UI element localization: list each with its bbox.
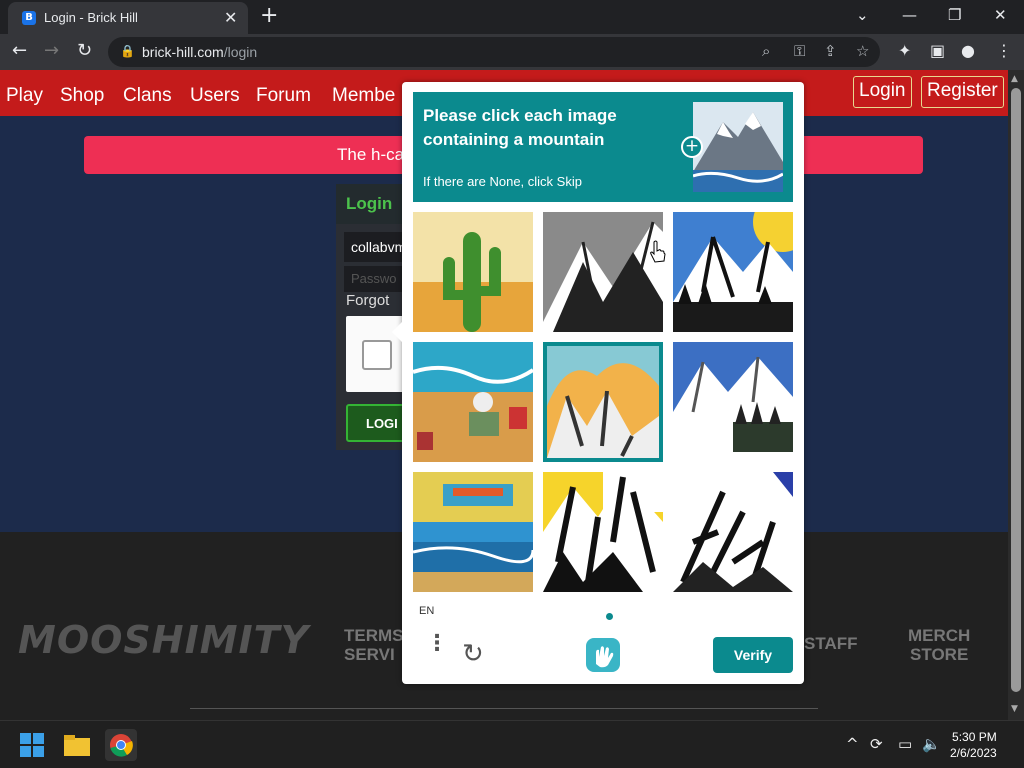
url-text: brick-hill.com/login [142,44,257,60]
challenge-header: Please click each image containing a mou… [413,92,793,202]
back-icon[interactable]: ← [12,40,27,61]
tray-overflow-icon[interactable]: ^ [846,735,859,753]
challenge-menu-icon[interactable]: ⋮ [426,633,448,655]
lock-icon[interactable]: 🔒 [120,44,135,58]
challenge-subtext: If there are None, click Skip [423,174,582,189]
tab-close-icon[interactable]: ✕ [224,8,237,27]
extensions-icon[interactable]: ✦ [898,41,911,60]
hcaptcha-checkbox[interactable] [362,340,392,370]
challenge-pointer [392,322,402,342]
address-bar[interactable]: 🔒 brick-hill.com/login ⌕ ⚿ ⇪ ☆ [108,37,880,67]
footer-terms-link[interactable]: TERMS SERVI [344,626,404,664]
tab-search-icon[interactable]: ⌄ [856,6,869,24]
nav-play[interactable]: Play [6,85,43,107]
forward-icon[interactable]: → [44,40,59,61]
challenge-tile-6[interactable] [673,342,793,462]
browser-tab[interactable]: B Login - Brick Hill ✕ [8,2,248,34]
system-clock[interactable]: 5:30 PM 2/6/2023 [950,729,997,761]
challenge-tile-1[interactable] [413,212,533,332]
forgot-password-link[interactable]: Forgot [346,292,389,309]
network-icon[interactable]: ▭ [898,735,912,753]
restore-button[interactable]: ❐ [948,6,961,24]
side-panel-icon[interactable]: ▣ [930,41,945,60]
challenge-tile-9[interactable] [673,472,793,592]
scrollbar-thumb[interactable] [1011,88,1021,692]
file-explorer-icon[interactable] [61,729,93,761]
clock-date: 2/6/2023 [950,746,997,760]
footer-logo[interactable]: MOOSHIMITY [18,618,309,662]
progress-dot [606,613,613,620]
register-button[interactable]: Register [921,76,1004,108]
nav-forum[interactable]: Forum [256,85,311,107]
challenge-grid [413,212,793,592]
login-panel: Login collabvm Passwo Forgot LOGI [336,184,406,450]
login-button[interactable]: Login [853,76,912,108]
language-selector[interactable]: EN [419,605,434,617]
challenge-tile-4[interactable] [413,342,533,462]
menu-icon[interactable]: ⋮ [996,41,1012,60]
nav-clans[interactable]: Clans [123,85,172,107]
username-field[interactable]: collabvm [344,232,406,262]
close-window-button[interactable]: ✕ [994,6,1007,24]
password-field[interactable]: Passwo [344,266,406,292]
hcaptcha-logo-icon[interactable] [586,638,620,672]
browser-tabbar: B Login - Brick Hill ✕ + ⌄ — ❐ ✕ [0,0,1024,34]
clock-time: 5:30 PM [952,730,997,744]
nav-membership[interactable]: Membe [332,85,395,107]
update-sync-icon[interactable]: ⟳ [870,735,883,753]
verify-button[interactable]: Verify [713,637,793,673]
footer-staff-link[interactable]: STAFF [804,634,858,653]
url-domain: brick-hill.com [142,44,224,60]
hcaptcha-challenge: Please click each image containing a mou… [392,82,804,684]
browser-toolbar: ← → ↻ 🔒 brick-hill.com/login ⌕ ⚿ ⇪ ☆ ✦ ▣… [0,34,1024,70]
challenge-prompt: Please click each image containing a mou… [423,106,617,149]
scroll-down-icon[interactable]: ▼ [1011,704,1018,714]
new-tab-button[interactable]: + [260,3,278,28]
footer-merch-link[interactable]: MERCH STORE [908,626,970,664]
reload-icon[interactable]: ↻ [77,40,92,61]
page-scrollbar[interactable]: ▲ ▼ [1008,70,1024,720]
profile-icon[interactable]: ● [961,41,975,60]
key-icon[interactable]: ⚿ [794,42,805,60]
nav-shop[interactable]: Shop [60,85,104,107]
challenge-tile-2[interactable] [543,212,663,332]
expand-sample-icon[interactable]: + [681,136,703,158]
sample-mountain-image [693,102,783,192]
url-path: /login [223,44,258,60]
refresh-challenge-icon[interactable]: ↻ [462,639,484,669]
tab-title: Login - Brick Hill [44,10,138,25]
footer-divider [190,708,818,709]
share-icon[interactable]: ⇪ [824,42,837,60]
login-submit-button[interactable]: LOGI [346,404,406,442]
login-heading: Login [336,184,406,224]
nav-users[interactable]: Users [190,85,240,107]
minimize-button[interactable]: — [902,6,917,24]
challenge-tile-7[interactable] [413,472,533,592]
start-button-icon[interactable] [16,729,48,761]
volume-icon[interactable]: 🔈 [922,735,941,753]
scroll-up-icon[interactable]: ▲ [1011,74,1018,84]
windows-taskbar: ^ ⟳ ▭ 🔈 5:30 PM 2/6/2023 [0,720,1024,768]
challenge-tile-3[interactable] [673,212,793,332]
chrome-icon[interactable] [105,729,137,761]
brick-hill-favicon-icon: B [22,11,36,25]
challenge-tile-8[interactable] [543,472,663,592]
zoom-search-icon[interactable]: ⌕ [762,42,770,60]
challenge-tile-5[interactable] [543,342,663,462]
bookmark-star-icon[interactable]: ☆ [856,42,869,60]
hand-cursor-icon [650,240,666,264]
